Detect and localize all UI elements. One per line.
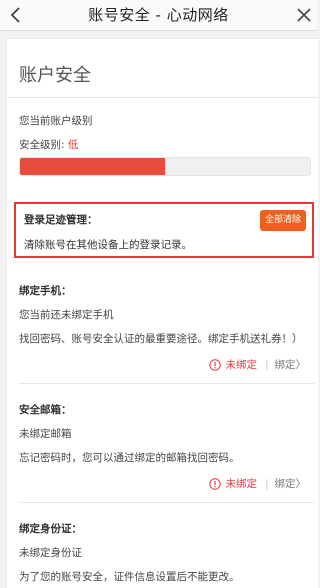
phone-unbound-label: 未绑定	[225, 359, 257, 371]
divider	[7, 97, 318, 98]
clear-all-button[interactable]: 全部清除	[260, 210, 306, 231]
divider	[19, 383, 315, 384]
email-status-row: 未绑定 | 绑定〉	[209, 476, 306, 491]
security-level-prefix: 安全级别:	[19, 139, 65, 151]
exclamation-circle-icon	[209, 358, 222, 371]
security-progress-fill	[20, 158, 165, 175]
security-progress-bar	[19, 157, 311, 176]
separator: |	[264, 477, 269, 490]
email-status-text: 未绑定邮箱	[19, 428, 72, 440]
email-title: 安全邮箱：	[19, 404, 72, 416]
phone-description: 找回密码、账号安全认证的最重要途径。绑定手机送礼券！）	[19, 333, 303, 345]
bind-phone-link[interactable]: 绑定〉	[275, 357, 307, 372]
level-label: 您当前账户级别	[19, 115, 93, 127]
divider	[19, 502, 315, 503]
phone-status-text: 您当前还未绑定手机	[19, 309, 114, 321]
email-unbound-label: 未绑定	[225, 478, 257, 490]
phone-status-row: 未绑定 | 绑定〉	[209, 357, 306, 372]
separator: |	[264, 358, 269, 371]
id-card-title: 绑定身份证：	[19, 523, 82, 535]
bind-email-link[interactable]: 绑定〉	[275, 476, 307, 491]
account-security-card: 账户安全 您当前账户级别 安全级别: 低 登录足迹管理： 全部清除 清除账号在其…	[6, 38, 318, 588]
security-level: 安全级别: 低	[19, 137, 78, 152]
security-level-value: 低	[67, 139, 79, 151]
window-title: 账号安全 - 心动网络	[88, 6, 229, 24]
footprint-description: 清除账号在其他设备上的登录记录。	[24, 239, 192, 251]
id-card-description: 为了您的账号安全，证件信息设置后不能更改。	[19, 571, 240, 583]
id-card-status-text: 未绑定身份证	[19, 547, 82, 559]
footprint-title: 登录足迹管理：	[24, 214, 98, 226]
page-title: 账户安全	[19, 65, 91, 86]
login-footprint-section: 登录足迹管理： 全部清除 清除账号在其他设备上的登录记录。	[14, 202, 314, 258]
top-bar: 账号安全 - 心动网络	[0, 0, 317, 31]
email-description: 忘记密码时，您可以通过绑定的邮箱找回密码。	[19, 452, 240, 464]
phone-title: 绑定手机：	[19, 285, 72, 297]
close-icon[interactable]	[295, 6, 313, 24]
exclamation-circle-icon	[209, 477, 222, 490]
